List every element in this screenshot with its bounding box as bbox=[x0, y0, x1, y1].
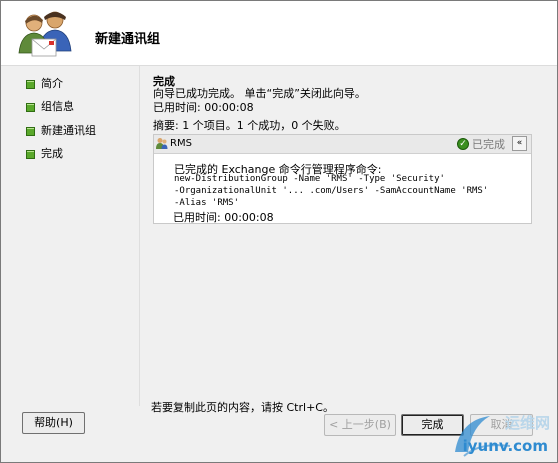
watermark-url: iyunv.com bbox=[462, 437, 548, 455]
elapsed-time: 已用时间: 00:00:08 bbox=[153, 101, 254, 114]
step-finish[interactable]: 完成 bbox=[26, 146, 63, 162]
user-group-icon bbox=[156, 138, 168, 149]
command-line: -Alias 'RMS' bbox=[174, 198, 240, 208]
summary-text: 摘要: 1 个项目。1 个成功，0 个失败。 bbox=[153, 119, 346, 132]
wizard-steps: 简介 组信息 新建通讯组 完成 bbox=[1, 66, 137, 406]
step-label: 新建通讯组 bbox=[41, 124, 96, 137]
status-label: 已完成 bbox=[472, 138, 505, 151]
step-complete-icon bbox=[26, 126, 35, 136]
step-group-info[interactable]: 组信息 bbox=[26, 99, 74, 115]
step-complete-icon bbox=[26, 79, 35, 89]
copy-hint: 若要复制此页的内容，请按 Ctrl+C。 bbox=[151, 401, 334, 414]
step-label: 简介 bbox=[41, 77, 63, 90]
help-button[interactable]: 帮助(H) bbox=[22, 412, 85, 434]
step-intro[interactable]: 简介 bbox=[26, 76, 63, 92]
result-name: RMS bbox=[170, 138, 192, 149]
command-line: -OrganizationalUnit '... .com/Users' -Sa… bbox=[174, 186, 489, 196]
step-complete-icon bbox=[26, 149, 35, 159]
check-icon: ✓ bbox=[457, 138, 469, 150]
wizard-title: 新建通讯组 bbox=[95, 32, 161, 47]
step-new-group[interactable]: 新建通讯组 bbox=[26, 123, 96, 139]
result-elapsed-time: 已用时间: 00:00:08 bbox=[173, 211, 274, 224]
step-complete-icon bbox=[26, 102, 35, 112]
collapse-button[interactable]: « bbox=[512, 136, 527, 151]
result-header: RMS ✓ 已完成 « bbox=[154, 135, 531, 154]
wizard-window: 新建通讯组 简介 组信息 新建通讯组 完成 完成 向导已成功完成。 单击“完成”… bbox=[0, 0, 558, 463]
divider bbox=[139, 66, 140, 406]
result-status: ✓ 已完成 bbox=[457, 136, 505, 152]
command-line: new-DistributionGroup -Name 'RMS' -Type … bbox=[174, 174, 445, 184]
completion-page: 完成 向导已成功完成。 单击“完成”关闭此向导。 已用时间: 00:00:08 … bbox=[146, 66, 551, 406]
step-label: 完成 bbox=[41, 147, 63, 160]
back-button[interactable]: < 上一步(B) bbox=[324, 414, 396, 436]
distribution-group-icon bbox=[18, 11, 72, 57]
wizard-header: 新建通讯组 bbox=[1, 1, 557, 66]
step-label: 组信息 bbox=[41, 100, 74, 113]
watermark-text: 运维网 bbox=[504, 414, 550, 432]
